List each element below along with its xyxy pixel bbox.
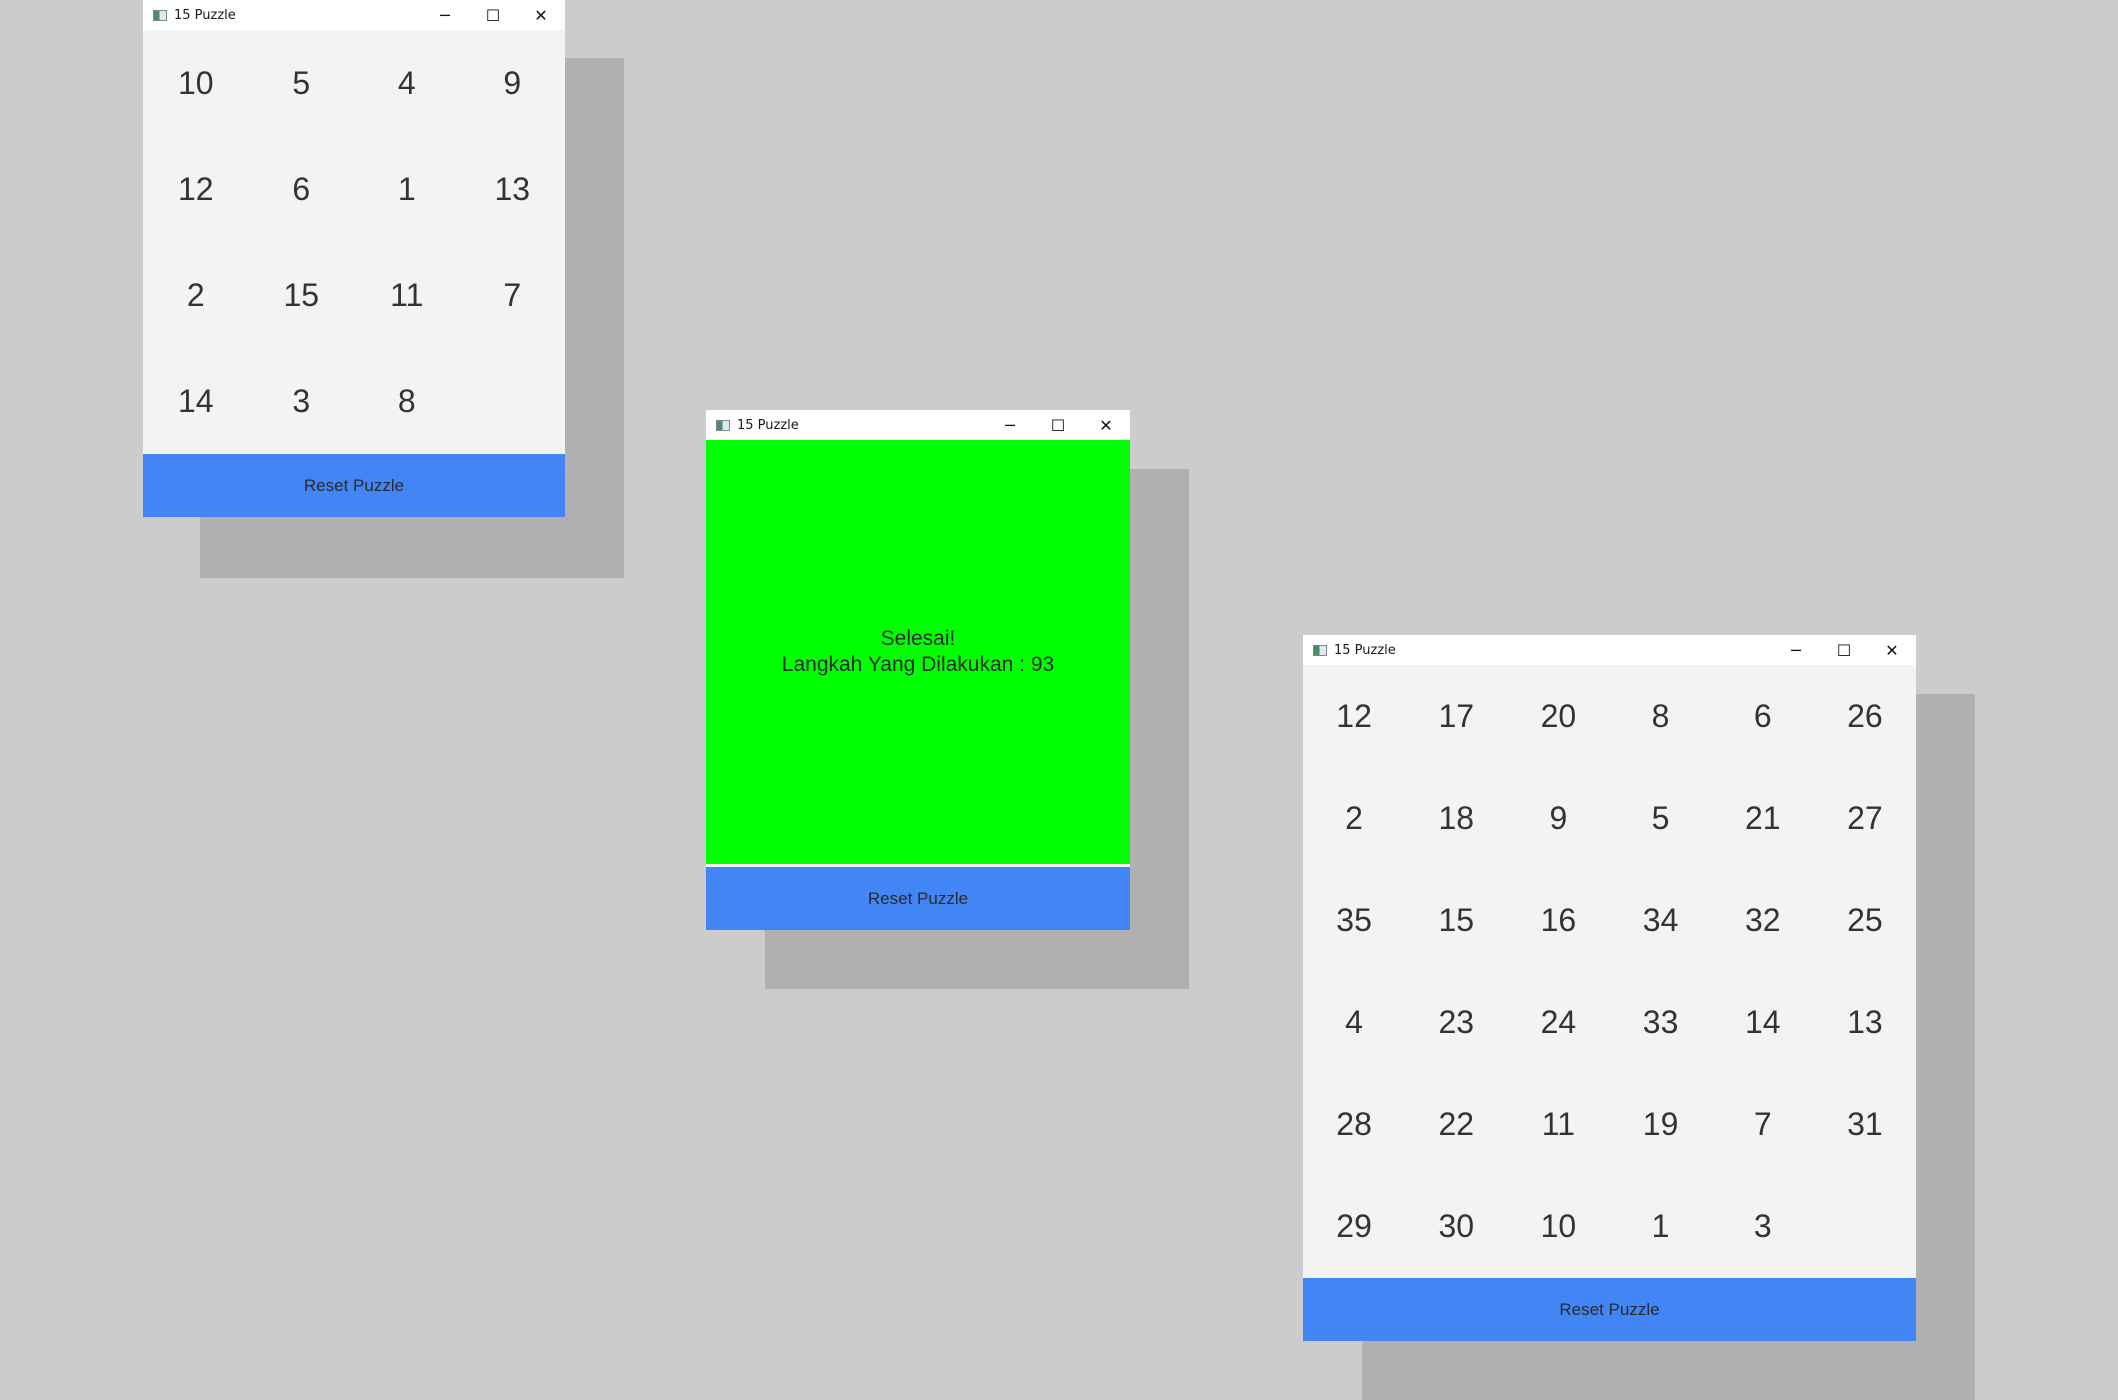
puzzle-tile[interactable]: 12 — [1303, 665, 1405, 767]
puzzle-tile[interactable]: 7 — [460, 242, 566, 348]
puzzle-tile[interactable]: 4 — [1303, 971, 1405, 1073]
puzzle-board: 12 17 20 8 6 26 2 18 9 5 21 27 35 15 16 34 32 25 4 23 24 33 14… — [1303, 665, 1916, 1278]
app-icon — [153, 9, 167, 21]
maximize-icon[interactable]: ☐ — [1820, 635, 1868, 665]
puzzle-tile[interactable]: 1 — [354, 136, 460, 242]
puzzle-tile[interactable]: 7 — [1712, 1074, 1814, 1176]
reset-puzzle-button[interactable]: Reset Puzzle — [706, 867, 1130, 930]
solved-window: 15 Puzzle ─ ☐ ✕ Selesai! Langkah Yang Di… — [706, 410, 1130, 930]
solved-panel: Selesai! Langkah Yang Dilakukan : 93 — [706, 440, 1130, 864]
close-icon[interactable]: ✕ — [517, 0, 565, 30]
puzzle-tile[interactable]: 6 — [1712, 665, 1814, 767]
puzzle-tile[interactable]: 13 — [460, 136, 566, 242]
app-icon — [716, 419, 730, 431]
puzzle-tile[interactable]: 14 — [143, 348, 249, 454]
puzzle-window-4x4: 15 Puzzle ─ ☐ ✕ 10 5 4 9 12 6 1 13 2 15 11 7 14 3 8 Re… — [143, 0, 565, 517]
puzzle-tile[interactable]: 10 — [1507, 1176, 1609, 1278]
puzzle-tile[interactable]: 18 — [1405, 767, 1507, 869]
close-icon[interactable]: ✕ — [1868, 635, 1916, 665]
maximize-icon[interactable]: ☐ — [469, 0, 517, 30]
reset-puzzle-button[interactable]: Reset Puzzle — [143, 454, 565, 517]
puzzle-tile[interactable]: 23 — [1405, 971, 1507, 1073]
puzzle-window-6x6: 15 Puzzle ─ ☐ ✕ 12 17 20 8 6 26 2 18 9 5 21 27 35 15 1… — [1303, 635, 1916, 1341]
puzzle-board: 10 5 4 9 12 6 1 13 2 15 11 7 14 3 8 — [143, 30, 565, 454]
puzzle-tile[interactable]: 3 — [249, 348, 355, 454]
window-title: 15 Puzzle — [174, 7, 236, 23]
puzzle-tile[interactable]: 5 — [1609, 767, 1711, 869]
title-bar[interactable]: 15 Puzzle ─ ☐ ✕ — [1303, 635, 1916, 665]
minimize-icon[interactable]: ─ — [1772, 635, 1820, 665]
minimize-icon[interactable]: ─ — [421, 0, 469, 30]
maximize-icon[interactable]: ☐ — [1034, 410, 1082, 440]
close-icon[interactable]: ✕ — [1082, 410, 1130, 440]
puzzle-tile[interactable]: 14 — [1712, 971, 1814, 1073]
puzzle-tile[interactable]: 27 — [1814, 767, 1916, 869]
puzzle-tile[interactable]: 19 — [1609, 1074, 1711, 1176]
app-icon — [1313, 644, 1327, 656]
puzzle-tile[interactable]: 24 — [1507, 971, 1609, 1073]
puzzle-tile[interactable]: 34 — [1609, 869, 1711, 971]
puzzle-tile[interactable]: 1 — [1609, 1176, 1711, 1278]
minimize-icon[interactable]: ─ — [986, 410, 1034, 440]
puzzle-tile[interactable]: 31 — [1814, 1074, 1916, 1176]
empty-tile[interactable] — [1814, 1176, 1916, 1278]
solved-message: Selesai! — [880, 627, 956, 650]
title-bar[interactable]: 15 Puzzle ─ ☐ ✕ — [143, 0, 565, 30]
puzzle-tile[interactable]: 29 — [1303, 1176, 1405, 1278]
window-title: 15 Puzzle — [1334, 642, 1396, 658]
puzzle-tile[interactable]: 28 — [1303, 1074, 1405, 1176]
move-count-message: Langkah Yang Dilakukan : 93 — [781, 653, 1055, 676]
puzzle-tile[interactable]: 2 — [1303, 767, 1405, 869]
puzzle-tile[interactable]: 11 — [354, 242, 460, 348]
puzzle-tile[interactable]: 10 — [143, 30, 249, 136]
puzzle-tile[interactable]: 3 — [1712, 1176, 1814, 1278]
puzzle-tile[interactable]: 20 — [1507, 665, 1609, 767]
window-title: 15 Puzzle — [737, 417, 799, 433]
puzzle-tile[interactable]: 6 — [249, 136, 355, 242]
puzzle-tile[interactable]: 33 — [1609, 971, 1711, 1073]
puzzle-tile[interactable]: 12 — [143, 136, 249, 242]
puzzle-tile[interactable]: 8 — [354, 348, 460, 454]
title-bar[interactable]: 15 Puzzle ─ ☐ ✕ — [706, 410, 1130, 440]
puzzle-tile[interactable]: 8 — [1609, 665, 1711, 767]
puzzle-tile[interactable]: 21 — [1712, 767, 1814, 869]
puzzle-tile[interactable]: 26 — [1814, 665, 1916, 767]
puzzle-tile[interactable]: 35 — [1303, 869, 1405, 971]
puzzle-tile[interactable]: 5 — [249, 30, 355, 136]
puzzle-tile[interactable]: 16 — [1507, 869, 1609, 971]
puzzle-tile[interactable]: 15 — [249, 242, 355, 348]
puzzle-tile[interactable]: 9 — [460, 30, 566, 136]
puzzle-tile[interactable]: 22 — [1405, 1074, 1507, 1176]
empty-tile[interactable] — [460, 348, 566, 454]
puzzle-tile[interactable]: 13 — [1814, 971, 1916, 1073]
puzzle-tile[interactable]: 25 — [1814, 869, 1916, 971]
puzzle-tile[interactable]: 15 — [1405, 869, 1507, 971]
reset-puzzle-button[interactable]: Reset Puzzle — [1303, 1278, 1916, 1341]
puzzle-tile[interactable]: 11 — [1507, 1074, 1609, 1176]
puzzle-tile[interactable]: 2 — [143, 242, 249, 348]
puzzle-tile[interactable]: 17 — [1405, 665, 1507, 767]
puzzle-tile[interactable]: 4 — [354, 30, 460, 136]
puzzle-tile[interactable]: 30 — [1405, 1176, 1507, 1278]
puzzle-tile[interactable]: 9 — [1507, 767, 1609, 869]
puzzle-tile[interactable]: 32 — [1712, 869, 1814, 971]
